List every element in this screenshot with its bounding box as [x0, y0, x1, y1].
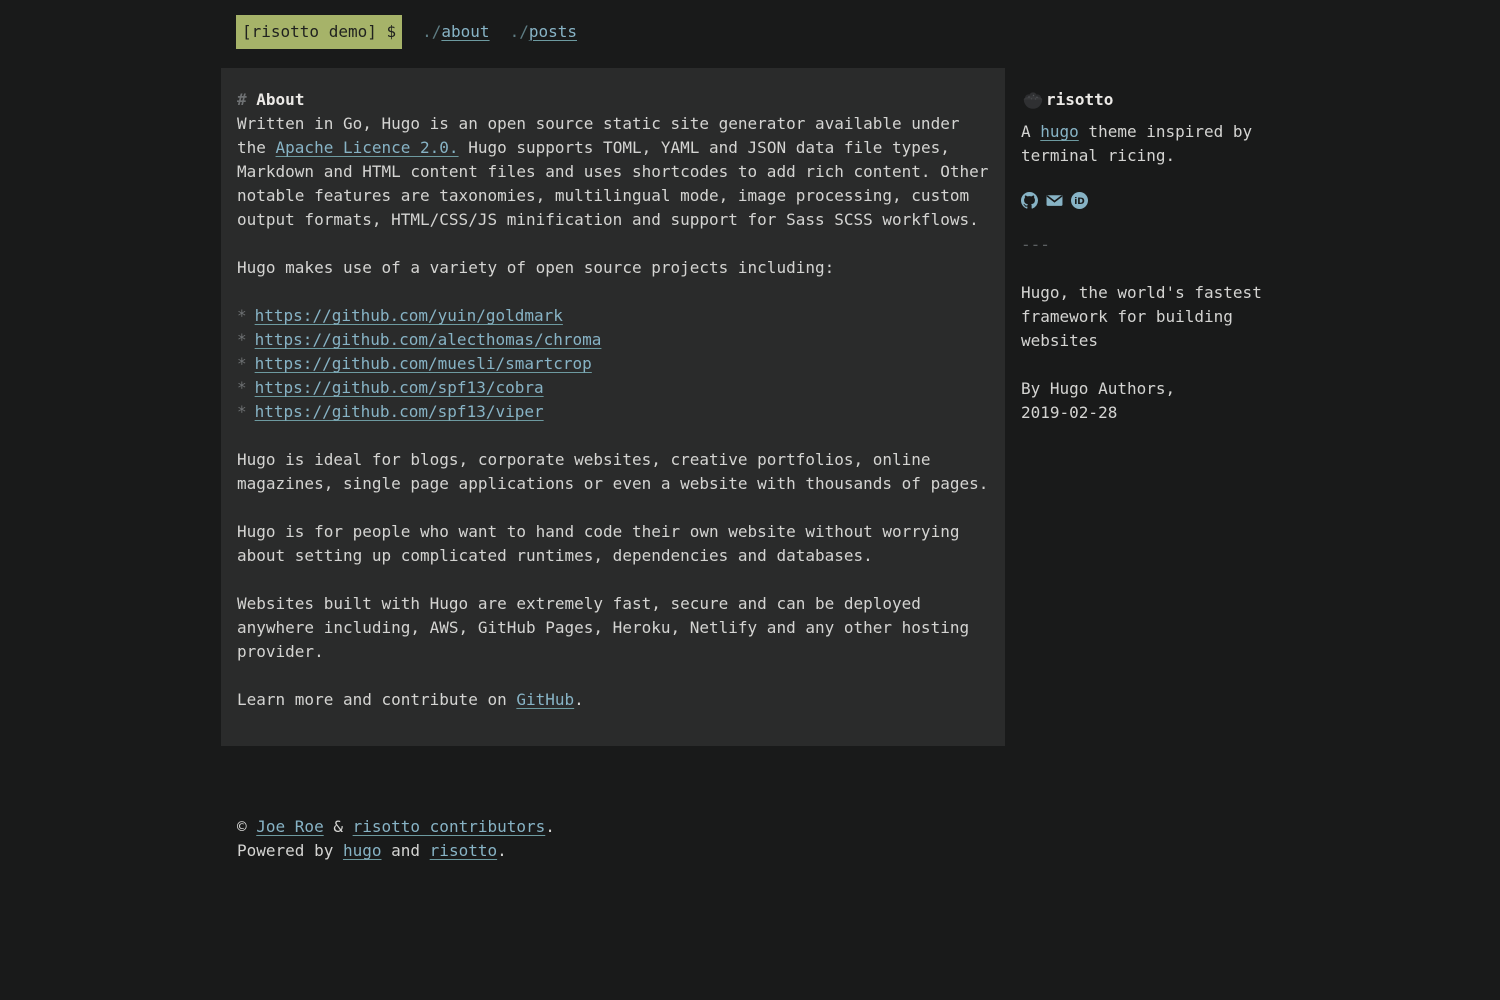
- paragraph-projects: Hugo makes use of a variety of open sour…: [237, 256, 989, 280]
- text-segment: ©: [237, 817, 256, 836]
- mail-icon: [1046, 192, 1063, 209]
- chroma-link[interactable]: https://github.com/alecthomas/chroma: [255, 330, 602, 349]
- site-description: A hugo theme inspired by terminal ricing…: [1021, 120, 1279, 168]
- goldmark-link[interactable]: https://github.com/yuin/goldmark: [255, 306, 563, 325]
- nav-label-about: about: [441, 22, 489, 41]
- text-segment: and: [382, 841, 430, 860]
- text-segment: .: [574, 690, 584, 709]
- page-footer: © Joe Roe & risotto contributors. Powere…: [221, 815, 1279, 863]
- page-title: # About: [237, 88, 989, 112]
- text-segment: &: [324, 817, 353, 836]
- joe-roe-link[interactable]: Joe Roe: [256, 817, 323, 836]
- byline-date: 2019-02-28: [1021, 403, 1117, 422]
- top-nav: [risotto demo] $ ./about ./posts: [221, 14, 1279, 49]
- apache-licence-link[interactable]: Apache Licence 2.0.: [276, 138, 459, 157]
- hugo-footer-link[interactable]: hugo: [343, 841, 382, 860]
- svg-text:iD: iD: [1074, 197, 1085, 207]
- copyright-line: © Joe Roe & risotto contributors.: [237, 815, 1279, 839]
- cobra-link[interactable]: https://github.com/spf13/cobra: [255, 378, 544, 397]
- orcid-icon: iD: [1071, 192, 1088, 209]
- bullet-asterisk: *: [237, 378, 247, 397]
- viper-link[interactable]: https://github.com/spf13/viper: [255, 402, 544, 421]
- project-link-list: * https://github.com/yuin/goldmark * https…: [237, 304, 989, 424]
- smartcrop-link[interactable]: https://github.com/muesli/smartcrop: [255, 354, 592, 373]
- list-item: * https://github.com/muesli/smartcrop: [237, 352, 989, 376]
- content-area: # About Written in Go, Hugo is an open s…: [221, 68, 1279, 746]
- site-title-text: risotto: [1046, 88, 1113, 112]
- nav-link-about[interactable]: ./about: [422, 20, 489, 44]
- page-container: [risotto demo] $ ./about ./posts # About…: [221, 0, 1279, 863]
- sidebar: risotto A hugo theme inspired by termina…: [1021, 68, 1279, 746]
- text-segment: Learn more and contribute on: [237, 690, 516, 709]
- bullet-asterisk: *: [237, 306, 247, 325]
- paragraph-learn-more: Learn more and contribute on GitHub.: [237, 688, 989, 712]
- risotto-footer-link[interactable]: risotto: [430, 841, 497, 860]
- hugo-link[interactable]: hugo: [1040, 122, 1079, 141]
- list-item: * https://github.com/spf13/cobra: [237, 376, 989, 400]
- contributors-link[interactable]: risotto contributors: [353, 817, 546, 836]
- list-item: * https://github.com/alecthomas/chroma: [237, 328, 989, 352]
- text-segment: .: [545, 817, 555, 836]
- nav-prefix: ./: [510, 22, 529, 41]
- sidebar-byline: By Hugo Authors, 2019-02-28: [1021, 377, 1279, 425]
- nav-link-posts[interactable]: ./posts: [510, 20, 577, 44]
- social-links: iD: [1021, 192, 1279, 209]
- paragraph-ideal: Hugo is ideal for blogs, corporate websi…: [237, 448, 989, 496]
- text-segment: A: [1021, 122, 1040, 141]
- paragraph-fast: Websites built with Hugo are extremely f…: [237, 592, 989, 664]
- about-card: # About Written in Go, Hugo is an open s…: [221, 68, 1005, 746]
- paragraph-intro: Written in Go, Hugo is an open source st…: [237, 112, 989, 232]
- nav-prefix: ./: [422, 22, 441, 41]
- orcid-social-link[interactable]: iD: [1071, 192, 1088, 209]
- sidebar-tagline: Hugo, the world's fastest framework for …: [1021, 281, 1279, 353]
- text-segment: .: [497, 841, 507, 860]
- text-segment: Powered by: [237, 841, 343, 860]
- home-prompt-link[interactable]: [risotto demo] $: [236, 15, 402, 49]
- rice-bowl-icon: [1021, 88, 1045, 112]
- list-item: * https://github.com/spf13/viper: [237, 400, 989, 424]
- bullet-asterisk: *: [237, 330, 247, 349]
- site-title: risotto: [1021, 88, 1279, 112]
- paragraph-handcode: Hugo is for people who want to hand code…: [237, 520, 989, 568]
- page-title-text: About: [256, 90, 304, 109]
- bullet-asterisk: *: [237, 402, 247, 421]
- byline-author: By Hugo Authors,: [1021, 379, 1175, 398]
- bullet-asterisk: *: [237, 354, 247, 373]
- powered-by-line: Powered by hugo and risotto.: [237, 839, 1279, 863]
- heading-hash: #: [237, 90, 247, 109]
- sidebar-divider: ---: [1021, 233, 1279, 257]
- github-icon: [1021, 192, 1038, 209]
- nav-label-posts: posts: [529, 22, 577, 41]
- github-link[interactable]: GitHub: [516, 690, 574, 709]
- email-social-link[interactable]: [1046, 192, 1063, 209]
- github-social-link[interactable]: [1021, 192, 1038, 209]
- list-item: * https://github.com/yuin/goldmark: [237, 304, 989, 328]
